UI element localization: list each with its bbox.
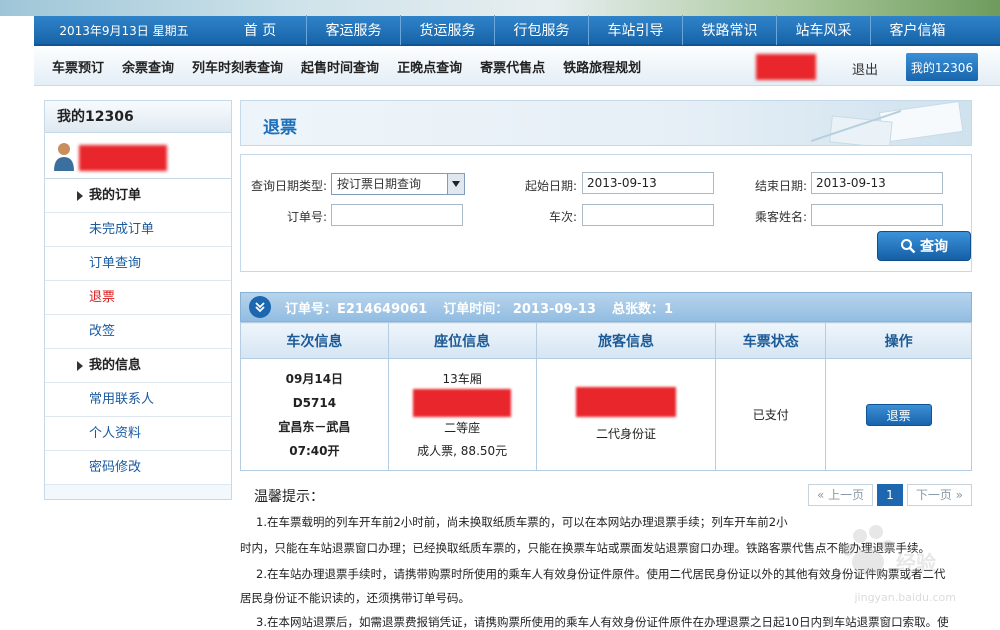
subnav-book-ticket[interactable]: 车票预订 bbox=[52, 57, 104, 76]
my12306-button[interactable]: 我的12306 bbox=[906, 53, 978, 81]
ticket-status: 已支付 bbox=[715, 358, 827, 471]
sidebar-item-order-query[interactable]: 订单查询 bbox=[45, 247, 231, 281]
nav-station-gallery[interactable]: 站车风采 bbox=[776, 15, 870, 45]
chevron-down-icon[interactable] bbox=[447, 174, 464, 194]
top-banner bbox=[0, 0, 1000, 16]
seat-class: 二等座 bbox=[444, 421, 481, 435]
refund-button[interactable]: 退票 bbox=[865, 403, 932, 426]
header-decoration bbox=[811, 101, 964, 145]
train-date: 09月14日 bbox=[285, 371, 344, 386]
next-page-button[interactable]: 下一页 » bbox=[906, 484, 972, 506]
train-no-label: 车次: bbox=[548, 210, 577, 224]
search-button-label: 查询 bbox=[920, 239, 948, 255]
tips-heading: 温馨提示： bbox=[254, 489, 324, 505]
order-number: 订单号：E214649061 bbox=[285, 301, 428, 317]
start-date-label: 起始日期: bbox=[524, 179, 577, 193]
sub-nav: 车票预订 余票查询 列车时刻表查询 起售时间查询 正晚点查询 寄票代售点 铁路旅… bbox=[34, 48, 1000, 86]
train-number: D5714 bbox=[292, 395, 337, 410]
tip-line: 居民身份证不能识读的，还须携带订单号码。 bbox=[240, 591, 470, 605]
subnav-sale-time[interactable]: 起售时间查询 bbox=[301, 57, 379, 76]
redacted-seat bbox=[413, 389, 512, 417]
date-type-label: 查询日期类型: bbox=[250, 179, 327, 193]
passenger-name-label: 乘客姓名: bbox=[754, 210, 807, 224]
col-action: 操作 bbox=[825, 322, 972, 359]
date-type-value: 按订票日期查询 bbox=[337, 177, 422, 191]
car-number: 13车厢 bbox=[442, 372, 482, 386]
col-seat-info: 座位信息 bbox=[387, 322, 537, 359]
subnav-timetable[interactable]: 列车时刻表查询 bbox=[192, 57, 283, 76]
pagination: « 上一页 1 下一页 » bbox=[808, 484, 976, 506]
search-panel: 查询日期类型: 按订票日期查询 起始日期: 2013-09-13 结束日期: 2… bbox=[240, 154, 972, 272]
avatar-icon bbox=[54, 143, 74, 171]
nav-station-guide[interactable]: 车站引导 bbox=[588, 15, 682, 45]
col-ticket-status: 车票状态 bbox=[715, 322, 827, 359]
nav-mailbox[interactable]: 客户信箱 bbox=[870, 15, 964, 45]
subnav-remaining-tickets[interactable]: 余票查询 bbox=[122, 57, 174, 76]
sidebar-item-unfinished-orders[interactable]: 未完成订单 bbox=[45, 213, 231, 247]
search-icon bbox=[901, 239, 916, 254]
sidebar-item-refund[interactable]: 退票 bbox=[45, 281, 231, 315]
start-date-input[interactable]: 2013-09-13 bbox=[582, 172, 714, 194]
order-no-input[interactable] bbox=[331, 204, 463, 226]
current-date: 2013年9月13日 星期五 bbox=[59, 23, 189, 38]
sidebar-item-password[interactable]: 密码修改 bbox=[45, 451, 231, 485]
end-date-input[interactable]: 2013-09-13 bbox=[811, 172, 943, 194]
seat-info-cell: 13车厢 二等座 成人票, 88.50元 bbox=[387, 358, 537, 471]
order-header-bar: 订单号：E214649061 订单时间： 2013-09-13 总张数：1 bbox=[240, 292, 972, 322]
sidebar-user bbox=[45, 133, 231, 179]
table-header-row: 车次信息 座位信息 旅客信息 车票状态 操作 bbox=[240, 322, 972, 359]
baidu-watermark: 经验 jingyan.baidu.com bbox=[770, 520, 970, 610]
train-no-input[interactable] bbox=[582, 204, 714, 226]
nav-luggage[interactable]: 行包服务 bbox=[494, 15, 588, 45]
search-button[interactable]: 查询 bbox=[877, 231, 971, 261]
nav-home[interactable]: 首 页 bbox=[214, 15, 306, 45]
order-time: 订单时间： 2013-09-13 bbox=[443, 301, 596, 317]
nav-passenger[interactable]: 客运服务 bbox=[306, 15, 400, 45]
paw-logo: 经验 bbox=[842, 525, 936, 575]
page-header: 退票 bbox=[240, 100, 972, 146]
sidebar-item-profile[interactable]: 个人资料 bbox=[45, 417, 231, 451]
page-title: 退票 bbox=[263, 118, 297, 138]
end-date-label: 结束日期: bbox=[754, 179, 807, 193]
date-type-select[interactable]: 按订票日期查询 bbox=[331, 173, 465, 195]
logout-link[interactable]: 退出 bbox=[852, 59, 878, 78]
sidebar-group-info: 我的信息 bbox=[45, 349, 231, 383]
nav-railway-knowledge[interactable]: 铁路常识 bbox=[682, 15, 776, 45]
watermark-url: jingyan.baidu.com bbox=[854, 591, 956, 604]
subnav-delay-query[interactable]: 正晚点查询 bbox=[397, 57, 462, 76]
redacted-username bbox=[756, 54, 816, 80]
nav-freight[interactable]: 货运服务 bbox=[400, 15, 494, 45]
col-passenger-info: 旅客信息 bbox=[535, 322, 717, 359]
sidebar: 我的12306 我的订单 未完成订单 订单查询 退票 改签 我的信息 常用联系人… bbox=[44, 100, 232, 500]
id-type: 二代身份证 bbox=[596, 427, 657, 441]
page-1-button[interactable]: 1 bbox=[877, 484, 903, 506]
tip-line: 3.在本网站退票后，如需退票费报销凭证，请携购票所使用的乘车人有效身份证件原件在… bbox=[256, 615, 949, 629]
train-info-cell: 09月14日 D5714 宜昌东－武昌 07:40开 bbox=[240, 358, 389, 471]
order-no-label: 订单号: bbox=[286, 210, 327, 224]
departure-time: 07:40开 bbox=[289, 443, 340, 458]
passenger-name-input[interactable] bbox=[811, 204, 943, 226]
action-cell: 退票 bbox=[825, 358, 972, 471]
redacted-user-name bbox=[79, 145, 167, 171]
collapse-icon[interactable] bbox=[249, 296, 271, 318]
tip-line: 1.在车票载明的列车开车前2小时前，尚未换取纸质车票的，可以在本网站办理退票手续… bbox=[256, 515, 788, 529]
sidebar-item-contacts[interactable]: 常用联系人 bbox=[45, 383, 231, 417]
prev-page-button[interactable]: « 上一页 bbox=[808, 484, 874, 506]
col-train-info: 车次信息 bbox=[240, 322, 389, 359]
subnav-trip-planner[interactable]: 铁路旅程规划 bbox=[563, 57, 641, 76]
ticket-price: 成人票, 88.50元 bbox=[417, 444, 508, 458]
passenger-info-cell: 二代身份证 bbox=[535, 358, 717, 471]
sidebar-title: 我的12306 bbox=[45, 101, 231, 133]
svg-text:经验: 经验 bbox=[896, 551, 936, 575]
sidebar-group-orders: 我的订单 bbox=[45, 179, 231, 213]
top-nav: 2013年9月13日 星期五 首 页 客运服务 货运服务 行包服务 车站引导 铁… bbox=[34, 15, 1000, 46]
redacted-passenger bbox=[576, 387, 676, 417]
order-table: 车次信息 座位信息 旅客信息 车票状态 操作 09月14日 D5714 宜昌东－… bbox=[240, 322, 972, 471]
subnav-agency[interactable]: 寄票代售点 bbox=[480, 57, 545, 76]
sidebar-item-change-ticket[interactable]: 改签 bbox=[45, 315, 231, 349]
ticket-count: 总张数：1 bbox=[611, 301, 674, 317]
table-row: 09月14日 D5714 宜昌东－武昌 07:40开 13车厢 二等座 成人票,… bbox=[240, 358, 972, 471]
train-route: 宜昌东－武昌 bbox=[278, 419, 351, 434]
